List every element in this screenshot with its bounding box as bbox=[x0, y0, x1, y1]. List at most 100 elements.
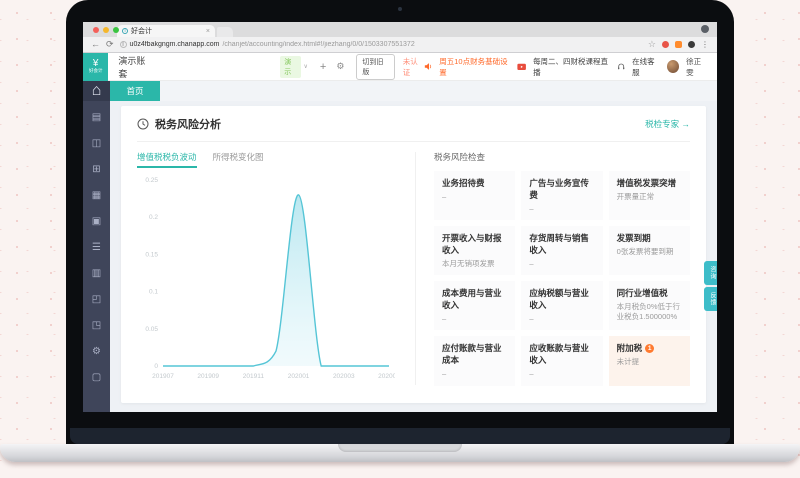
risk-check-title: 业务招待费 bbox=[442, 178, 485, 188]
window-controls[interactable] bbox=[93, 27, 119, 33]
tab-home[interactable]: 首页 bbox=[110, 81, 160, 101]
app-header: ¥ 好会计 演示账套 演示 ∨ + ⚙ 切到旧版 未认证 周五10点财务基础设置… bbox=[83, 52, 717, 81]
risk-check-value: 0张发票将要到期 bbox=[616, 247, 674, 257]
tab-title: 好会计 bbox=[131, 28, 152, 35]
risk-check-value: 本月无销项发票 bbox=[442, 259, 495, 269]
risk-check-cell[interactable]: 发票到期 0张发票将要到期 bbox=[608, 226, 690, 276]
chart-tabs: 增值税税负波动 所得税变化图 bbox=[137, 151, 409, 168]
risk-check-cell[interactable]: 存货周转与销售收入 – bbox=[521, 226, 603, 276]
nav-row: ⌂ 首页 bbox=[83, 81, 717, 101]
close-tab-icon[interactable]: × bbox=[206, 28, 210, 35]
close-window-icon[interactable] bbox=[93, 27, 99, 33]
site-info-icon[interactable]: i bbox=[119, 41, 127, 48]
risk-check-cell[interactable]: 同行业增值税本月税负0%低于行业税负1.500000% bbox=[608, 281, 690, 331]
url-domain: u0z4fbakgngm.chanapp.com bbox=[129, 41, 220, 48]
home-icon: ⌂ bbox=[91, 82, 102, 99]
tv-live-icon bbox=[517, 63, 526, 70]
extension-icon-orange[interactable] bbox=[675, 41, 682, 48]
favicon: i bbox=[122, 28, 128, 34]
sidebar-item-checkout[interactable]: ◰ bbox=[83, 286, 110, 312]
risk-check-title: 存货周转与销售收入 bbox=[529, 233, 589, 256]
account-set-name[interactable]: 演示账套 bbox=[118, 54, 152, 80]
svg-text:0.1: 0.1 bbox=[149, 289, 158, 296]
switch-old-version-button[interactable]: 切到旧版 bbox=[356, 53, 395, 80]
panel-title: 税务风险分析 bbox=[155, 118, 221, 131]
svg-text:201911: 201911 bbox=[243, 373, 265, 380]
risk-check-title: 增值税发票突增 bbox=[616, 178, 677, 188]
risk-check-title: 同行业增值税 bbox=[616, 288, 668, 299]
minimize-window-icon[interactable] bbox=[103, 27, 109, 33]
chart-tab-1[interactable]: 所得税变化图 bbox=[213, 151, 264, 168]
settings-gear-icon[interactable]: ⚙ bbox=[336, 61, 344, 72]
sidebar-item-salary[interactable]: ☰ bbox=[83, 234, 110, 260]
risk-check-cell[interactable]: 广告与业务宣传费 – bbox=[521, 171, 603, 221]
browser-tab[interactable]: i 好会计 × bbox=[117, 25, 215, 37]
risk-check-title: 发票到期 bbox=[616, 233, 651, 244]
risk-check-cell[interactable]: 增值税发票突增 开票量正常 bbox=[608, 171, 690, 221]
browser-menu-icon[interactable]: ⋮ bbox=[701, 40, 709, 49]
floating-tab-1[interactable]: 反馈 bbox=[704, 287, 717, 311]
sidebar-item-home[interactable]: ⌂ bbox=[83, 81, 110, 101]
warning-badge-icon: 1 bbox=[645, 343, 655, 353]
browser-tab-bar: i 好会计 × bbox=[83, 22, 717, 37]
risk-check-cell[interactable]: 应纳税额与营业收入 – bbox=[521, 281, 603, 331]
risk-check-cell[interactable]: 开票收入与财报收入 本月无销项发票 bbox=[434, 226, 516, 276]
svg-text:0.2: 0.2 bbox=[149, 214, 158, 221]
risk-check-value: 未计提 bbox=[616, 357, 640, 367]
risk-check-value: – bbox=[529, 259, 534, 269]
svg-text:201907: 201907 bbox=[152, 373, 174, 380]
sidebar-item-invoice[interactable]: ▣ bbox=[83, 208, 110, 234]
risk-check-title: 应纳税额与营业收入 bbox=[529, 288, 589, 311]
headset-icon bbox=[617, 63, 625, 70]
sidebar-item-archive[interactable]: ▢ bbox=[83, 364, 110, 390]
chart-tab-0[interactable]: 增值税税负波动 bbox=[137, 151, 197, 168]
tax-expert-link[interactable]: 税检专家 → bbox=[645, 118, 690, 130]
risk-check-value: – bbox=[442, 192, 447, 201]
risk-check-value: – bbox=[529, 204, 534, 213]
promo-live-link[interactable]: 周五10点财务基础设置 bbox=[439, 56, 510, 78]
cloud-yuan-icon: ¥ bbox=[92, 58, 99, 69]
risk-check-cell[interactable]: 业务招待费 – bbox=[434, 171, 516, 221]
chevron-down-icon[interactable]: ∨ bbox=[303, 63, 307, 70]
sidebar-item-reports[interactable]: ◫ bbox=[83, 130, 110, 156]
back-icon[interactable]: ← bbox=[91, 40, 100, 49]
user-avatar[interactable] bbox=[667, 60, 680, 73]
main-content: 税务风险分析 税检专家 → 增值税税负波动 所得税变化图 0 0.05 0.1 0.15… bbox=[110, 101, 717, 412]
risk-check-value: 本月税负0%低于行业税负1.500000% bbox=[616, 302, 680, 322]
course-live-link[interactable]: 每周二、四财税课程直播 bbox=[533, 56, 610, 78]
online-support-link[interactable]: 在线客服 bbox=[632, 56, 660, 78]
address-field[interactable]: i u0z4fbakgngm.chanapp.com /chanjet/acco… bbox=[119, 41, 642, 48]
svg-text:0.05: 0.05 bbox=[145, 326, 158, 333]
user-name[interactable]: 徐正雯 bbox=[686, 56, 707, 78]
risk-check-cell[interactable]: 成本费用与营业收入 – bbox=[434, 281, 516, 331]
app-logo[interactable]: ¥ 好会计 bbox=[83, 52, 109, 81]
risk-check-cell[interactable]: 应收账款与营业收入 – bbox=[521, 336, 603, 386]
reload-icon[interactable]: ⟳ bbox=[106, 40, 114, 49]
floating-tab-0[interactable]: 咨询 bbox=[704, 261, 717, 285]
new-tab-button[interactable] bbox=[217, 27, 233, 37]
sidebar-item-settings[interactable]: ⚙ bbox=[83, 338, 110, 364]
extension-icon-red[interactable] bbox=[662, 41, 669, 48]
sidebar-item-tax[interactable]: ◳ bbox=[83, 312, 110, 338]
zoom-window-icon[interactable] bbox=[113, 27, 119, 33]
svg-text:0.15: 0.15 bbox=[145, 251, 158, 258]
browser-profile-icon[interactable] bbox=[701, 25, 709, 33]
laptop-camera bbox=[398, 7, 402, 11]
sidebar-item-assets[interactable]: ▦ bbox=[83, 182, 110, 208]
sidebar-item-inventory[interactable]: ▥ bbox=[83, 260, 110, 286]
app-logo-text: 好会计 bbox=[88, 68, 103, 73]
sidebar-item-voucher[interactable]: ▤ bbox=[83, 104, 110, 130]
add-account-button[interactable]: + bbox=[320, 61, 326, 73]
tax-risk-card: 税务风险分析 税检专家 → 增值税税负波动 所得税变化图 0 0.05 0.1 0.15… bbox=[121, 106, 706, 403]
risk-check-value: – bbox=[529, 314, 534, 324]
not-certified-label[interactable]: 未认证 bbox=[403, 56, 424, 78]
risk-check-cell[interactable]: 应付账款与营业成本 – bbox=[434, 336, 516, 386]
risk-checks-section: 税务风险检查 业务招待费 – 广告与业务宣传费 – 增值税发票突增 开票量正常 开票收入与财… bbox=[420, 142, 690, 397]
svg-text:201909: 201909 bbox=[197, 373, 219, 380]
bookmark-star-icon[interactable]: ☆ bbox=[648, 39, 656, 50]
laptop-base-notch bbox=[338, 444, 462, 452]
browser-window: i 好会计 × ← ⟳ i u0z4fbakgngm.chanapp.com /… bbox=[83, 22, 717, 412]
sidebar-item-cash[interactable]: ⊞ bbox=[83, 156, 110, 182]
risk-check-cell[interactable]: 附加税 1 未计提 bbox=[608, 336, 690, 386]
extension-icon-dark[interactable] bbox=[688, 41, 695, 48]
